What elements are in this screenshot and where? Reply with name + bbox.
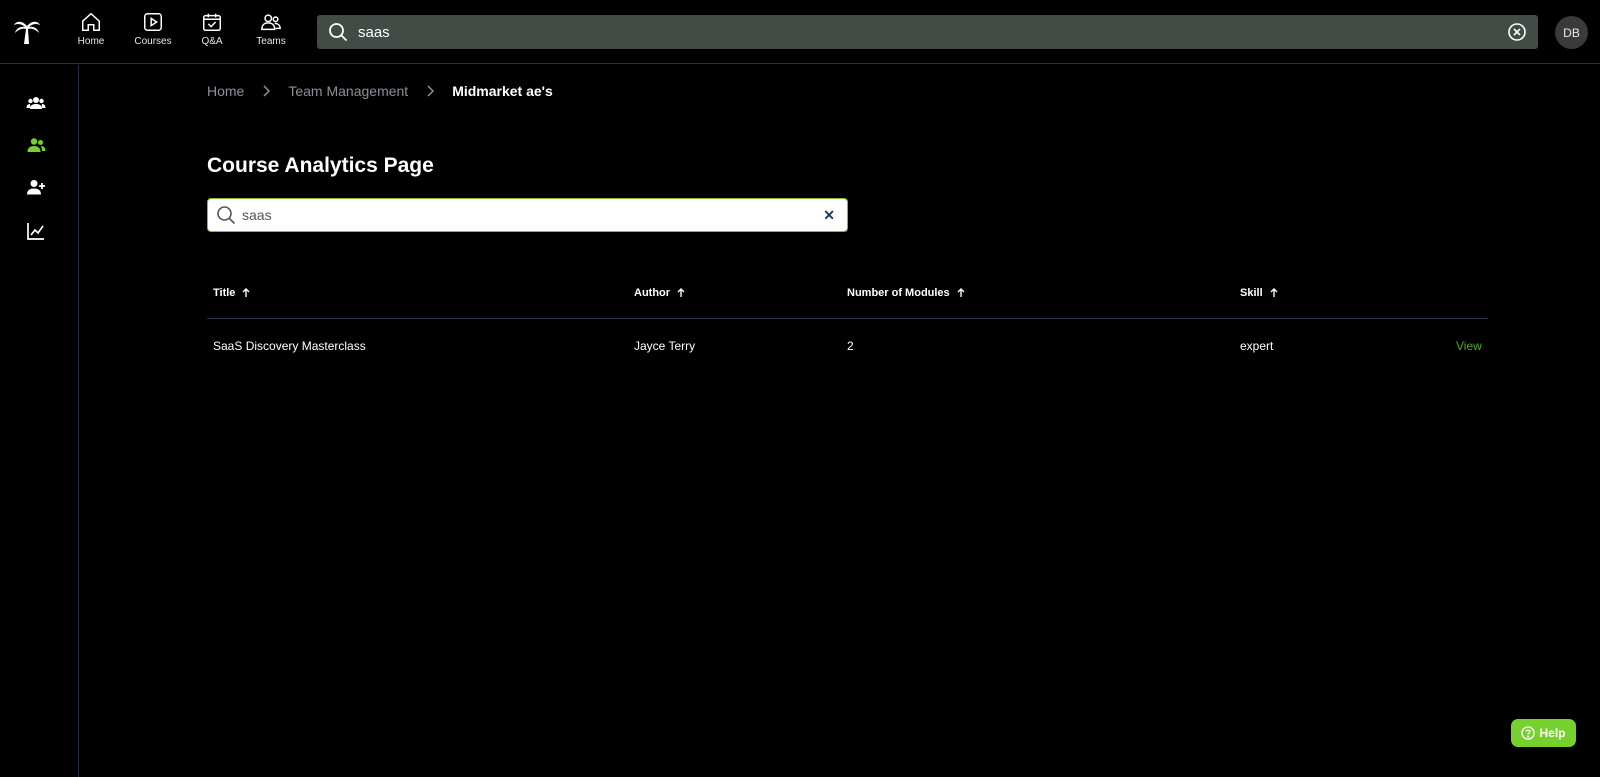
column-title-label: Title bbox=[213, 287, 236, 299]
table-row: SaaS Discovery Masterclass Jayce Terry 2… bbox=[207, 319, 1488, 367]
global-search-bar[interactable] bbox=[317, 15, 1538, 49]
nav-teams-label: Teams bbox=[256, 36, 286, 47]
column-header-skill[interactable]: Skill bbox=[1240, 287, 1279, 299]
chevron-right-icon bbox=[427, 85, 435, 97]
nav-home[interactable]: Home bbox=[63, 11, 119, 47]
table-header: Title Author Number of Modules Skill bbox=[207, 283, 1488, 319]
nav-qa[interactable]: Q&A bbox=[184, 11, 240, 47]
column-modules-label: Number of Modules bbox=[847, 287, 950, 299]
cell-modules: 2 bbox=[847, 339, 854, 353]
global-search-input[interactable] bbox=[358, 23, 1507, 41]
cell-skill: expert bbox=[1240, 339, 1274, 353]
breadcrumb-current: Midmarket ae's bbox=[452, 83, 553, 99]
chart-line-icon[interactable] bbox=[26, 221, 46, 241]
nav-teams[interactable]: Teams bbox=[243, 11, 299, 47]
nav-qa-label: Q&A bbox=[201, 36, 223, 47]
column-author-label: Author bbox=[634, 287, 671, 299]
palm-tree-logo-icon[interactable] bbox=[12, 16, 42, 46]
people-icon bbox=[261, 14, 281, 31]
search-icon bbox=[217, 206, 236, 225]
user-avatar[interactable]: DB bbox=[1555, 16, 1588, 49]
page-title: Course Analytics Page bbox=[207, 154, 434, 177]
user-plus-icon[interactable] bbox=[26, 177, 46, 197]
home-icon bbox=[82, 12, 100, 31]
column-skill-label: Skill bbox=[1240, 287, 1263, 299]
breadcrumb-home[interactable]: Home bbox=[207, 83, 244, 99]
clear-circle-icon[interactable] bbox=[1507, 22, 1527, 42]
nav-courses-label: Courses bbox=[134, 36, 172, 47]
view-link[interactable]: View bbox=[1456, 339, 1482, 353]
breadcrumb-team-management[interactable]: Team Management bbox=[288, 83, 408, 99]
users-icon[interactable] bbox=[26, 135, 46, 155]
cell-author: Jayce Terry bbox=[634, 339, 696, 353]
course-search-input[interactable] bbox=[242, 207, 824, 223]
nav-home-label: Home bbox=[77, 36, 105, 47]
nav-courses[interactable]: Courses bbox=[125, 11, 181, 47]
search-icon bbox=[329, 23, 348, 42]
course-search-bar[interactable]: ✕ bbox=[207, 198, 848, 232]
courses-table: Title Author Number of Modules Skill Saa… bbox=[207, 283, 1488, 367]
sidebar bbox=[0, 65, 79, 777]
column-header-title[interactable]: Title bbox=[213, 287, 251, 299]
play-icon bbox=[144, 13, 162, 31]
team-icon[interactable] bbox=[26, 93, 46, 113]
column-header-modules[interactable]: Number of Modules bbox=[847, 287, 966, 299]
sort-arrow-up-icon bbox=[242, 288, 250, 297]
calendar-check-icon bbox=[203, 13, 221, 31]
help-button[interactable]: Help bbox=[1511, 719, 1576, 747]
sort-arrow-up-icon bbox=[957, 288, 965, 297]
top-bar: Home Courses Q&A Teams DB bbox=[0, 0, 1600, 64]
clear-search-icon[interactable]: ✕ bbox=[823, 207, 835, 224]
help-label: Help bbox=[1539, 726, 1566, 740]
sort-arrow-up-icon bbox=[1270, 288, 1278, 297]
cell-title: SaaS Discovery Masterclass bbox=[213, 339, 366, 353]
column-header-author[interactable]: Author bbox=[634, 287, 686, 299]
sort-arrow-up-icon bbox=[677, 288, 685, 297]
question-circle-icon bbox=[1521, 726, 1536, 740]
breadcrumb: Home Team Management Midmarket ae's bbox=[207, 83, 553, 99]
chevron-right-icon bbox=[263, 85, 271, 97]
